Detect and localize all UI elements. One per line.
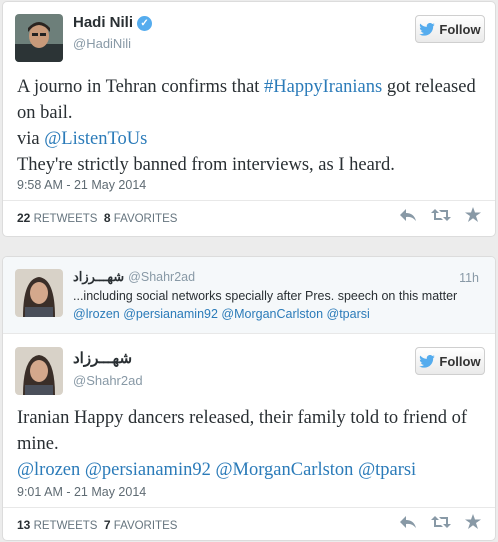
tweet-card-hadinili: Hadi Nili ✓ @HadiNili Follow A journo in … [2,1,496,237]
retweet-icon[interactable] [431,208,451,227]
favorite-label[interactable]: FAVORITES [114,520,178,532]
follow-button[interactable]: Follow [415,15,485,43]
user-name[interactable]: Hadi Nili ✓ [73,14,153,31]
tweet-card-shahr2ad: شهـــرزاد @Shahr2ad 11h ...including soci… [2,256,496,541]
mention-link[interactable]: @MorganCarlston [221,307,323,321]
tweet-actions [399,207,481,227]
avatar[interactable] [15,347,63,395]
twitter-bird-icon [419,354,436,368]
mention-link[interactable]: @ListenToUs [44,129,147,149]
mention-link[interactable]: @tparsi [358,460,416,480]
divider [3,200,495,201]
mention-link[interactable]: @persianamin92 [123,307,218,321]
mention-link[interactable]: @tparsi [327,307,370,321]
follow-label: Follow [439,353,481,369]
text-segment: Iranian Happy dancers released, their fa… [17,408,467,454]
parent-user-name[interactable]: شهـــرزاد @Shahr2ad [73,269,195,285]
favorite-count[interactable]: 8 [104,211,111,225]
avatar[interactable] [15,269,63,317]
parent-text-body: ...including social networks specially a… [73,289,458,303]
parent-time[interactable]: 11h [459,271,479,285]
tweet-timestamp[interactable]: 9:01 AM - 21 May 2014 [17,485,146,499]
text-segment: A journo in Tehran confirms that [17,77,265,97]
retweet-count[interactable]: 13 [17,518,30,532]
tweet-text: A journo in Tehran confirms that #HappyI… [17,74,479,178]
retweet-icon[interactable] [431,515,451,534]
mention-link[interactable]: @lrozen [73,307,120,321]
avatar[interactable] [15,14,63,62]
mention-link[interactable]: @MorganCarlston [215,460,353,480]
favorite-star-icon[interactable] [465,514,481,534]
divider [3,333,495,334]
user-name[interactable]: شهـــرزاد [73,349,132,367]
hashtag-link[interactable]: #HappyIranians [264,77,382,97]
reply-icon[interactable] [399,208,417,227]
user-name-text[interactable]: Hadi Nili [73,14,133,31]
mention-link[interactable]: @lrozen [17,460,80,480]
reply-icon[interactable] [399,515,417,534]
tweet-timestamp[interactable]: 9:58 AM - 21 May 2014 [17,178,146,192]
parent-handle[interactable]: @Shahr2ad [128,270,195,284]
follow-label: Follow [439,21,481,37]
user-handle[interactable]: @HadiNili [73,36,131,51]
text-segment: via [17,129,45,149]
tweet-actions [399,514,481,534]
parent-tweet[interactable]: شهـــرزاد @Shahr2ad 11h ...including soci… [3,257,495,333]
tweet-stats: 22 RETWEETS 8 FAVORITES [17,211,177,225]
twitter-bird-icon [419,22,436,36]
mention-link[interactable]: @persianamin92 [85,460,211,480]
tweet-text: Iranian Happy dancers released, their fa… [17,405,479,483]
retweet-count[interactable]: 22 [17,211,30,225]
favorite-star-icon[interactable] [465,207,481,227]
retweet-label[interactable]: RETWEETS [34,520,98,532]
parent-text: ...including social networks specially a… [73,287,479,323]
text-segment: They're strictly banned from interviews,… [17,155,395,175]
retweet-label[interactable]: RETWEETS [34,213,98,225]
user-handle[interactable]: @Shahr2ad [73,373,143,388]
parent-name-text[interactable]: شهـــرزاد [73,269,124,284]
divider [3,507,495,508]
favorite-count[interactable]: 7 [104,518,111,532]
follow-button[interactable]: Follow [415,347,485,375]
verified-badge-icon: ✓ [137,16,153,31]
tweet-stats: 13 RETWEETS 7 FAVORITES [17,518,177,532]
favorite-label[interactable]: FAVORITES [114,213,178,225]
